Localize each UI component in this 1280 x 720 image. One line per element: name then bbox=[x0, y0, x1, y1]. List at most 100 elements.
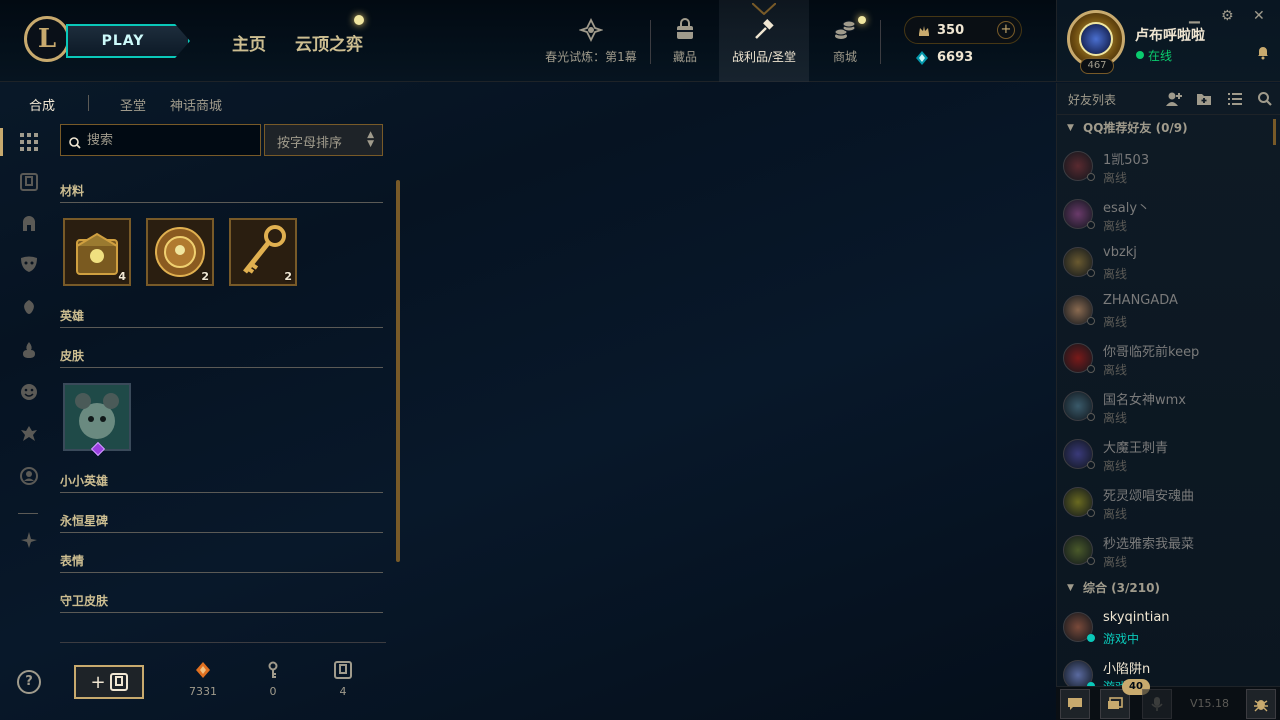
mythic-essence-icon[interactable] bbox=[18, 529, 40, 551]
status-dot-icon bbox=[1136, 51, 1144, 59]
active-tab-indicator-icon bbox=[751, 0, 777, 16]
close-icon[interactable]: ✕ bbox=[1253, 8, 1265, 24]
nav-store[interactable]: 商城 bbox=[815, 0, 875, 82]
notification-bell-icon[interactable] bbox=[1255, 44, 1271, 60]
league-client: L PLAY 主页 云顶之弈 春光试炼：第1幕 藏品 战利品/圣堂 商城 350… bbox=[0, 0, 1280, 720]
status-text[interactable]: 在线 bbox=[1148, 47, 1172, 64]
friend-name: 你哥临死前keep bbox=[1103, 345, 1200, 360]
tab-mythic-shop[interactable]: 神话商城 bbox=[170, 95, 222, 114]
friend-status: 离线 bbox=[1103, 267, 1128, 281]
sort-chevron-icon: ▲ ▼ bbox=[367, 130, 374, 149]
craft-plus: + bbox=[90, 671, 106, 693]
bug-icon bbox=[1254, 700, 1268, 712]
loot-item-chest[interactable]: 4 bbox=[63, 218, 131, 286]
section-eternals-title: 永恒星碑 bbox=[60, 514, 109, 528]
friend-name: ZHANGADA bbox=[1103, 293, 1178, 308]
friend-name: 大魔王刺青 bbox=[1103, 441, 1169, 456]
all-items-grid-icon[interactable] bbox=[18, 131, 40, 153]
nav-tft[interactable]: 云顶之弈 bbox=[295, 30, 363, 55]
friend-status: 离线 bbox=[1103, 363, 1128, 377]
friend-status: 离线 bbox=[1103, 219, 1128, 233]
section-emotes-title: 表情 bbox=[60, 554, 85, 568]
tft-notification-dot bbox=[354, 15, 364, 25]
search-input[interactable] bbox=[87, 130, 255, 150]
loot-item-orb[interactable]: 2 bbox=[146, 218, 214, 286]
blue-essence-value: 6693 bbox=[937, 50, 974, 65]
add-friend-icon[interactable] bbox=[1165, 91, 1182, 107]
section-divider bbox=[60, 202, 383, 203]
item-count: 2 bbox=[201, 270, 209, 283]
group-general[interactable]: ▼ 综合 (3/210) bbox=[1057, 576, 1280, 600]
friend-name: skyqintian bbox=[1103, 610, 1170, 625]
champion-helmet-icon[interactable] bbox=[18, 213, 40, 235]
friend-status: 游戏中 bbox=[1103, 632, 1140, 646]
friend-row[interactable]: 死灵颂唱安魂曲 离线 bbox=[1057, 479, 1277, 527]
list-view-icon[interactable] bbox=[1227, 91, 1243, 107]
chest-craft-icon bbox=[109, 673, 128, 691]
sort-dropdown[interactable]: 按字母排序 ▲ ▼ bbox=[264, 124, 383, 156]
friend-status: 离线 bbox=[1103, 171, 1128, 185]
add-folder-icon[interactable] bbox=[1196, 91, 1212, 107]
skin-mask-icon[interactable] bbox=[18, 253, 40, 275]
settings-icon[interactable]: ⚙ bbox=[1221, 8, 1234, 24]
friend-row[interactable]: 秒选雅索我最菜 离线 bbox=[1057, 527, 1277, 575]
eternals-flame-icon[interactable] bbox=[18, 339, 40, 361]
nav-divider bbox=[880, 20, 881, 64]
friend-row[interactable]: 1凯503 离线 bbox=[1057, 143, 1277, 191]
little-legend-icon[interactable] bbox=[18, 296, 40, 318]
summoner-name[interactable]: 卢布呼啦啦 bbox=[1135, 25, 1205, 45]
chat-button[interactable] bbox=[1060, 689, 1090, 719]
chat-bubble-icon bbox=[1068, 698, 1082, 710]
friend-row[interactable]: 你哥临死前keep 离线 bbox=[1057, 335, 1277, 383]
friend-row[interactable]: esaly丶 离线 bbox=[1057, 191, 1277, 239]
friend-status: 离线 bbox=[1103, 507, 1128, 521]
league-logo[interactable]: L bbox=[24, 16, 70, 62]
friend-status: 离线 bbox=[1103, 459, 1128, 473]
bug-report-button[interactable] bbox=[1246, 689, 1276, 719]
friend-row[interactable]: ZHANGADA 离线 bbox=[1057, 287, 1277, 335]
friend-name: 小陷阱n bbox=[1103, 662, 1151, 677]
craft-chest-button[interactable]: + bbox=[74, 665, 144, 699]
blue-essence-icon bbox=[914, 50, 930, 66]
friend-status-dot-icon bbox=[1087, 413, 1095, 421]
voice-button[interactable] bbox=[1142, 689, 1172, 719]
riot-points-value: 350 bbox=[937, 23, 965, 38]
loot-item-skin-shard[interactable] bbox=[63, 383, 131, 451]
tab-sanctum[interactable]: 圣堂 bbox=[120, 95, 146, 114]
item-count: 4 bbox=[118, 270, 126, 283]
loot-item-key[interactable]: 2 bbox=[229, 218, 297, 286]
inventory-scrollbar[interactable] bbox=[396, 180, 400, 562]
search-field[interactable] bbox=[60, 124, 261, 156]
microphone-icon bbox=[1151, 697, 1163, 711]
tab-crafting[interactable]: 合成 bbox=[29, 95, 55, 114]
buy-rp-button[interactable]: + bbox=[997, 21, 1015, 39]
friend-row[interactable]: 国名女神wmx 离线 bbox=[1057, 383, 1277, 431]
summoner-icon-filter-icon[interactable] bbox=[18, 465, 40, 487]
subnav-divider bbox=[88, 95, 89, 111]
key-fragment-counter: 0 bbox=[248, 661, 298, 698]
friends-scrollbar[interactable] bbox=[1273, 119, 1276, 145]
chest-filter-icon[interactable] bbox=[18, 171, 40, 193]
emote-smile-icon[interactable] bbox=[18, 381, 40, 403]
friend-status-dot-icon bbox=[1087, 173, 1095, 181]
friend-name: 死灵颂唱安魂曲 bbox=[1103, 489, 1195, 504]
collapse-triangle-icon: ▼ bbox=[1067, 583, 1074, 593]
nav-collection[interactable]: 藏品 bbox=[655, 0, 715, 82]
section-materials-title: 材料 bbox=[60, 184, 85, 198]
nav-event-pass[interactable]: 春光试炼：第1幕 bbox=[536, 0, 646, 82]
loot-subnav: 合成 圣堂 神话商城 bbox=[0, 83, 410, 121]
minimize-icon[interactable]: ▁ bbox=[1189, 8, 1200, 24]
nav-home[interactable]: 主页 bbox=[232, 30, 266, 55]
section-ward-skins-title: 守卫皮肤 bbox=[60, 594, 109, 608]
group-qq-recommended[interactable]: ▼ QQ推荐好友 (0/9) bbox=[1057, 116, 1280, 140]
help-button[interactable]: ? bbox=[17, 670, 41, 694]
friend-row[interactable]: vbzkj 离线 bbox=[1057, 239, 1277, 287]
friend-row[interactable]: skyqintian 游戏中 bbox=[1057, 604, 1277, 652]
ward-skin-icon[interactable] bbox=[18, 423, 40, 445]
riot-points-box[interactable]: 350 + bbox=[904, 16, 1022, 44]
skin-shard-icon bbox=[65, 385, 129, 449]
section-divider bbox=[60, 532, 383, 533]
play-button[interactable]: PLAY bbox=[66, 24, 190, 58]
friend-row[interactable]: 大魔王刺青 离线 bbox=[1057, 431, 1277, 479]
friend-search-icon[interactable] bbox=[1257, 91, 1273, 107]
